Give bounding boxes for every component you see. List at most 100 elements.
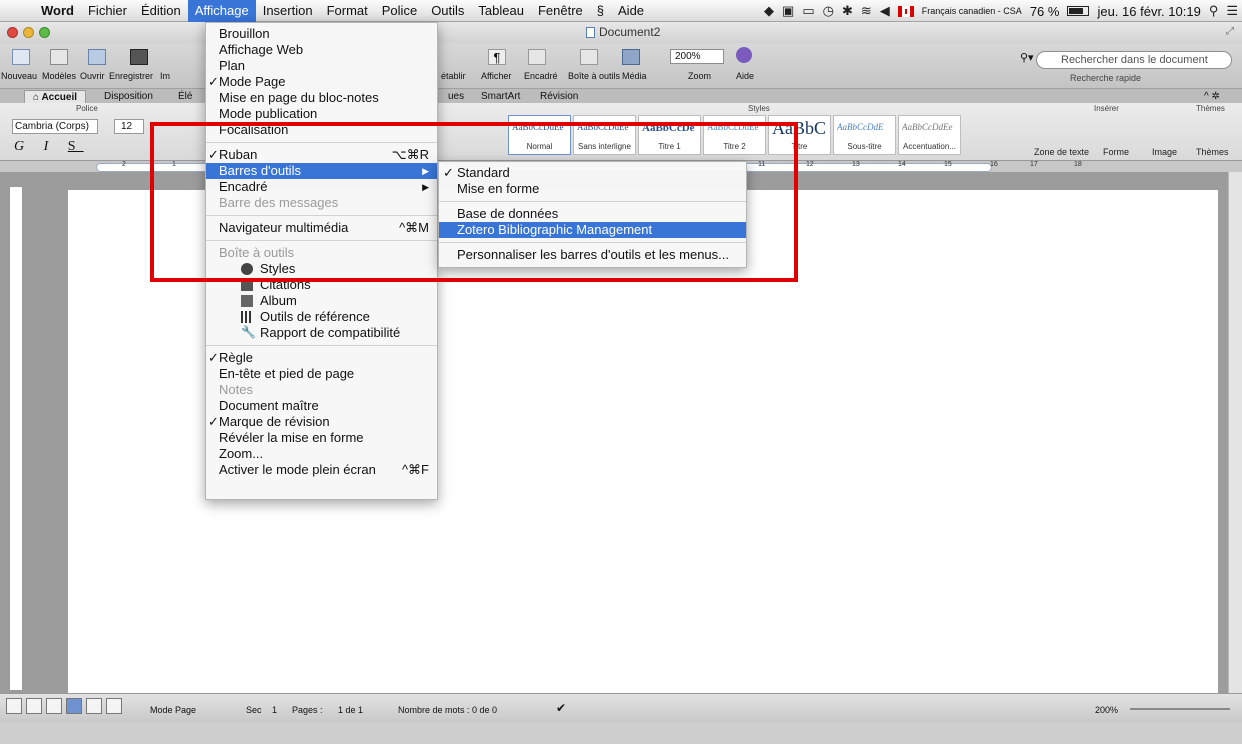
menu-aide[interactable]: Aide bbox=[611, 0, 651, 22]
style-sans-interligne[interactable]: AaBbCcDdEe Sans interligne bbox=[573, 115, 636, 155]
view-publishing-button[interactable] bbox=[86, 698, 102, 714]
menu-item-mode-publication[interactable]: Mode publication bbox=[206, 106, 437, 122]
menu-item-album[interactable]: Album bbox=[206, 293, 437, 309]
tab-accueil[interactable]: ⌂ Accueil bbox=[24, 90, 87, 103]
toolbar-aide[interactable]: Aide bbox=[736, 71, 754, 81]
media-icon[interactable] bbox=[622, 49, 640, 65]
display-icon[interactable]: ▭ bbox=[802, 3, 814, 19]
script-menu-icon[interactable]: § bbox=[590, 0, 611, 22]
toolbar-modeles[interactable]: Modèles bbox=[42, 71, 76, 81]
menu-item-zoom[interactable]: Zoom... bbox=[206, 446, 437, 462]
style-sous-titre[interactable]: AaBbCcDdE Sous-titre bbox=[833, 115, 896, 155]
canada-flag-icon[interactable] bbox=[897, 5, 914, 17]
menu-fenetre[interactable]: Fenêtre bbox=[531, 0, 590, 22]
menu-police[interactable]: Police bbox=[375, 0, 424, 22]
menu-word[interactable]: Word bbox=[34, 0, 81, 22]
templates-icon[interactable] bbox=[50, 49, 68, 65]
toolbar-afficher[interactable]: Afficher bbox=[481, 71, 511, 81]
tab-disposition[interactable]: Disposition bbox=[96, 90, 161, 103]
menu-item-outils-reference[interactable]: Outils de référence bbox=[206, 309, 437, 325]
close-button[interactable] bbox=[7, 27, 18, 38]
notification-list-icon[interactable]: ☰ bbox=[1226, 3, 1238, 19]
toolbox-icon[interactable] bbox=[580, 49, 598, 65]
submenu-item-standard[interactable]: ✓ Standard bbox=[439, 165, 746, 181]
menu-item-document-maitre[interactable]: Document maître bbox=[206, 398, 437, 414]
menu-item-plan[interactable]: Plan bbox=[206, 58, 437, 74]
search-input[interactable]: Rechercher dans le document bbox=[1036, 51, 1232, 69]
time-machine-icon[interactable]: ◷ bbox=[823, 3, 834, 19]
menu-tableau[interactable]: Tableau bbox=[471, 0, 531, 22]
volume-icon[interactable]: ◀ bbox=[880, 3, 890, 19]
sidebar-icon[interactable] bbox=[528, 49, 546, 65]
menu-item-plein-ecran[interactable]: Activer le mode plein écran ^⌘F bbox=[206, 462, 437, 478]
menu-item-citations[interactable]: Citations bbox=[206, 277, 437, 293]
menu-insertion[interactable]: Insertion bbox=[256, 0, 320, 22]
toolbar-ouvrir[interactable]: Ouvrir bbox=[80, 71, 105, 81]
menu-item-barres-outils[interactable]: Barres d'outils ▶ bbox=[206, 163, 437, 179]
toolbar-zoom[interactable]: Zoom bbox=[688, 71, 711, 81]
submenu-item-base-de-donnees[interactable]: Base de données bbox=[439, 206, 746, 222]
tab-revision[interactable]: Révision bbox=[532, 90, 586, 103]
ribbon-options-icon[interactable]: ^ ✲ bbox=[1196, 90, 1228, 103]
style-titre-2[interactable]: AaBbCcDdEe Titre 2 bbox=[703, 115, 766, 155]
submenu-item-personnaliser[interactable]: Personnaliser les barres d'outils et les… bbox=[439, 247, 746, 263]
menu-item-styles[interactable]: Styles bbox=[206, 261, 437, 277]
insert-zone-de-texte[interactable]: Zone de texte bbox=[1034, 147, 1089, 157]
search-icon[interactable]: ⚲▾ bbox=[1020, 51, 1034, 64]
style-accentuation[interactable]: AaBbCcDdEe Accentuation... bbox=[898, 115, 961, 155]
pilcrow-icon[interactable]: ¶ bbox=[488, 49, 506, 65]
view-notebook-button[interactable] bbox=[46, 698, 62, 714]
menu-item-mode-page[interactable]: ✓ Mode Page bbox=[206, 74, 437, 90]
menu-item-navigateur-multimedia[interactable]: Navigateur multimédia ^⌘M bbox=[206, 220, 437, 236]
menu-item-focalisation[interactable]: Focalisation bbox=[206, 122, 437, 138]
menu-item-bloc-notes[interactable]: Mise en page du bloc-notes bbox=[206, 90, 437, 106]
help-icon[interactable] bbox=[736, 47, 752, 63]
style-titre-1[interactable]: AaBbCcDe Titre 1 bbox=[638, 115, 701, 155]
toolbar-retablir[interactable]: établir bbox=[441, 71, 466, 81]
clock[interactable]: jeu. 16 févr. 10:19 bbox=[1097, 4, 1200, 19]
minimize-button[interactable] bbox=[23, 27, 34, 38]
zoom-window-button[interactable] bbox=[39, 27, 50, 38]
menu-fichier[interactable]: Fichier bbox=[81, 0, 134, 22]
format-buttons[interactable]: G I S bbox=[14, 139, 84, 155]
menu-outils[interactable]: Outils bbox=[424, 0, 471, 22]
toolbar-enregistrer[interactable]: Enregistrer bbox=[109, 71, 153, 81]
spotlight-icon[interactable]: ⚲ bbox=[1209, 3, 1219, 19]
insert-image[interactable]: Image bbox=[1152, 147, 1177, 157]
style-titre[interactable]: AaBbC Titre bbox=[768, 115, 831, 155]
toolbar-imprimer[interactable]: Im bbox=[160, 71, 170, 81]
tab-graphiques[interactable]: ues bbox=[440, 90, 472, 103]
dropbox-icon[interactable]: ◆ bbox=[764, 3, 774, 19]
view-page-button[interactable] bbox=[66, 698, 82, 714]
open-folder-icon[interactable] bbox=[88, 49, 106, 65]
toolbar-encadre[interactable]: Encadré bbox=[524, 71, 558, 81]
view-outline-button[interactable] bbox=[26, 698, 42, 714]
toolbar-boite-a-outils[interactable]: Boîte à outils bbox=[568, 71, 620, 81]
battery-icon[interactable] bbox=[1067, 6, 1090, 16]
insert-themes[interactable]: Thèmes bbox=[1196, 147, 1229, 157]
view-focus-button[interactable] bbox=[106, 698, 122, 714]
menu-item-reveler-mise-en-forme[interactable]: Révéler la mise en forme bbox=[206, 430, 437, 446]
menu-affichage[interactable]: Affichage bbox=[187, 0, 256, 22]
spelling-check-icon[interactable]: ✔ bbox=[556, 701, 566, 715]
screen-sharing-icon[interactable]: ▣ bbox=[782, 3, 794, 19]
menu-item-en-tete-pied[interactable]: En-tête et pied de page bbox=[206, 366, 437, 382]
menu-item-brouillon[interactable]: Brouillon bbox=[206, 26, 437, 42]
toolbar-nouveau[interactable]: Nouveau bbox=[1, 71, 37, 81]
zoom-slider[interactable] bbox=[1130, 708, 1230, 710]
vertical-scrollbar[interactable] bbox=[1228, 172, 1242, 693]
save-disk-icon[interactable] bbox=[130, 49, 148, 65]
tab-smartart[interactable]: SmartArt bbox=[473, 90, 528, 103]
new-document-icon[interactable] bbox=[12, 49, 30, 65]
submenu-item-zotero[interactable]: Zotero Bibliographic Management bbox=[439, 222, 746, 238]
menu-item-regle[interactable]: ✓ Règle bbox=[206, 350, 437, 366]
input-source-label[interactable]: Français canadien - CSA bbox=[922, 6, 1022, 16]
menu-item-ruban[interactable]: ✓ Ruban ⌥⌘R bbox=[206, 147, 437, 163]
style-normal[interactable]: AaBbCcDdEe Normal bbox=[508, 115, 571, 155]
menu-item-encadre[interactable]: Encadré ▶ bbox=[206, 179, 437, 195]
styles-gallery[interactable]: AaBbCcDdEe Normal AaBbCcDdEe Sans interl… bbox=[508, 115, 961, 155]
vertical-ruler[interactable] bbox=[9, 186, 23, 691]
tab-elements[interactable]: Élé bbox=[170, 90, 200, 103]
wifi-icon[interactable]: ≋ bbox=[861, 3, 872, 19]
fullscreen-arrows-icon[interactable]: ⤢ bbox=[1226, 26, 1234, 37]
